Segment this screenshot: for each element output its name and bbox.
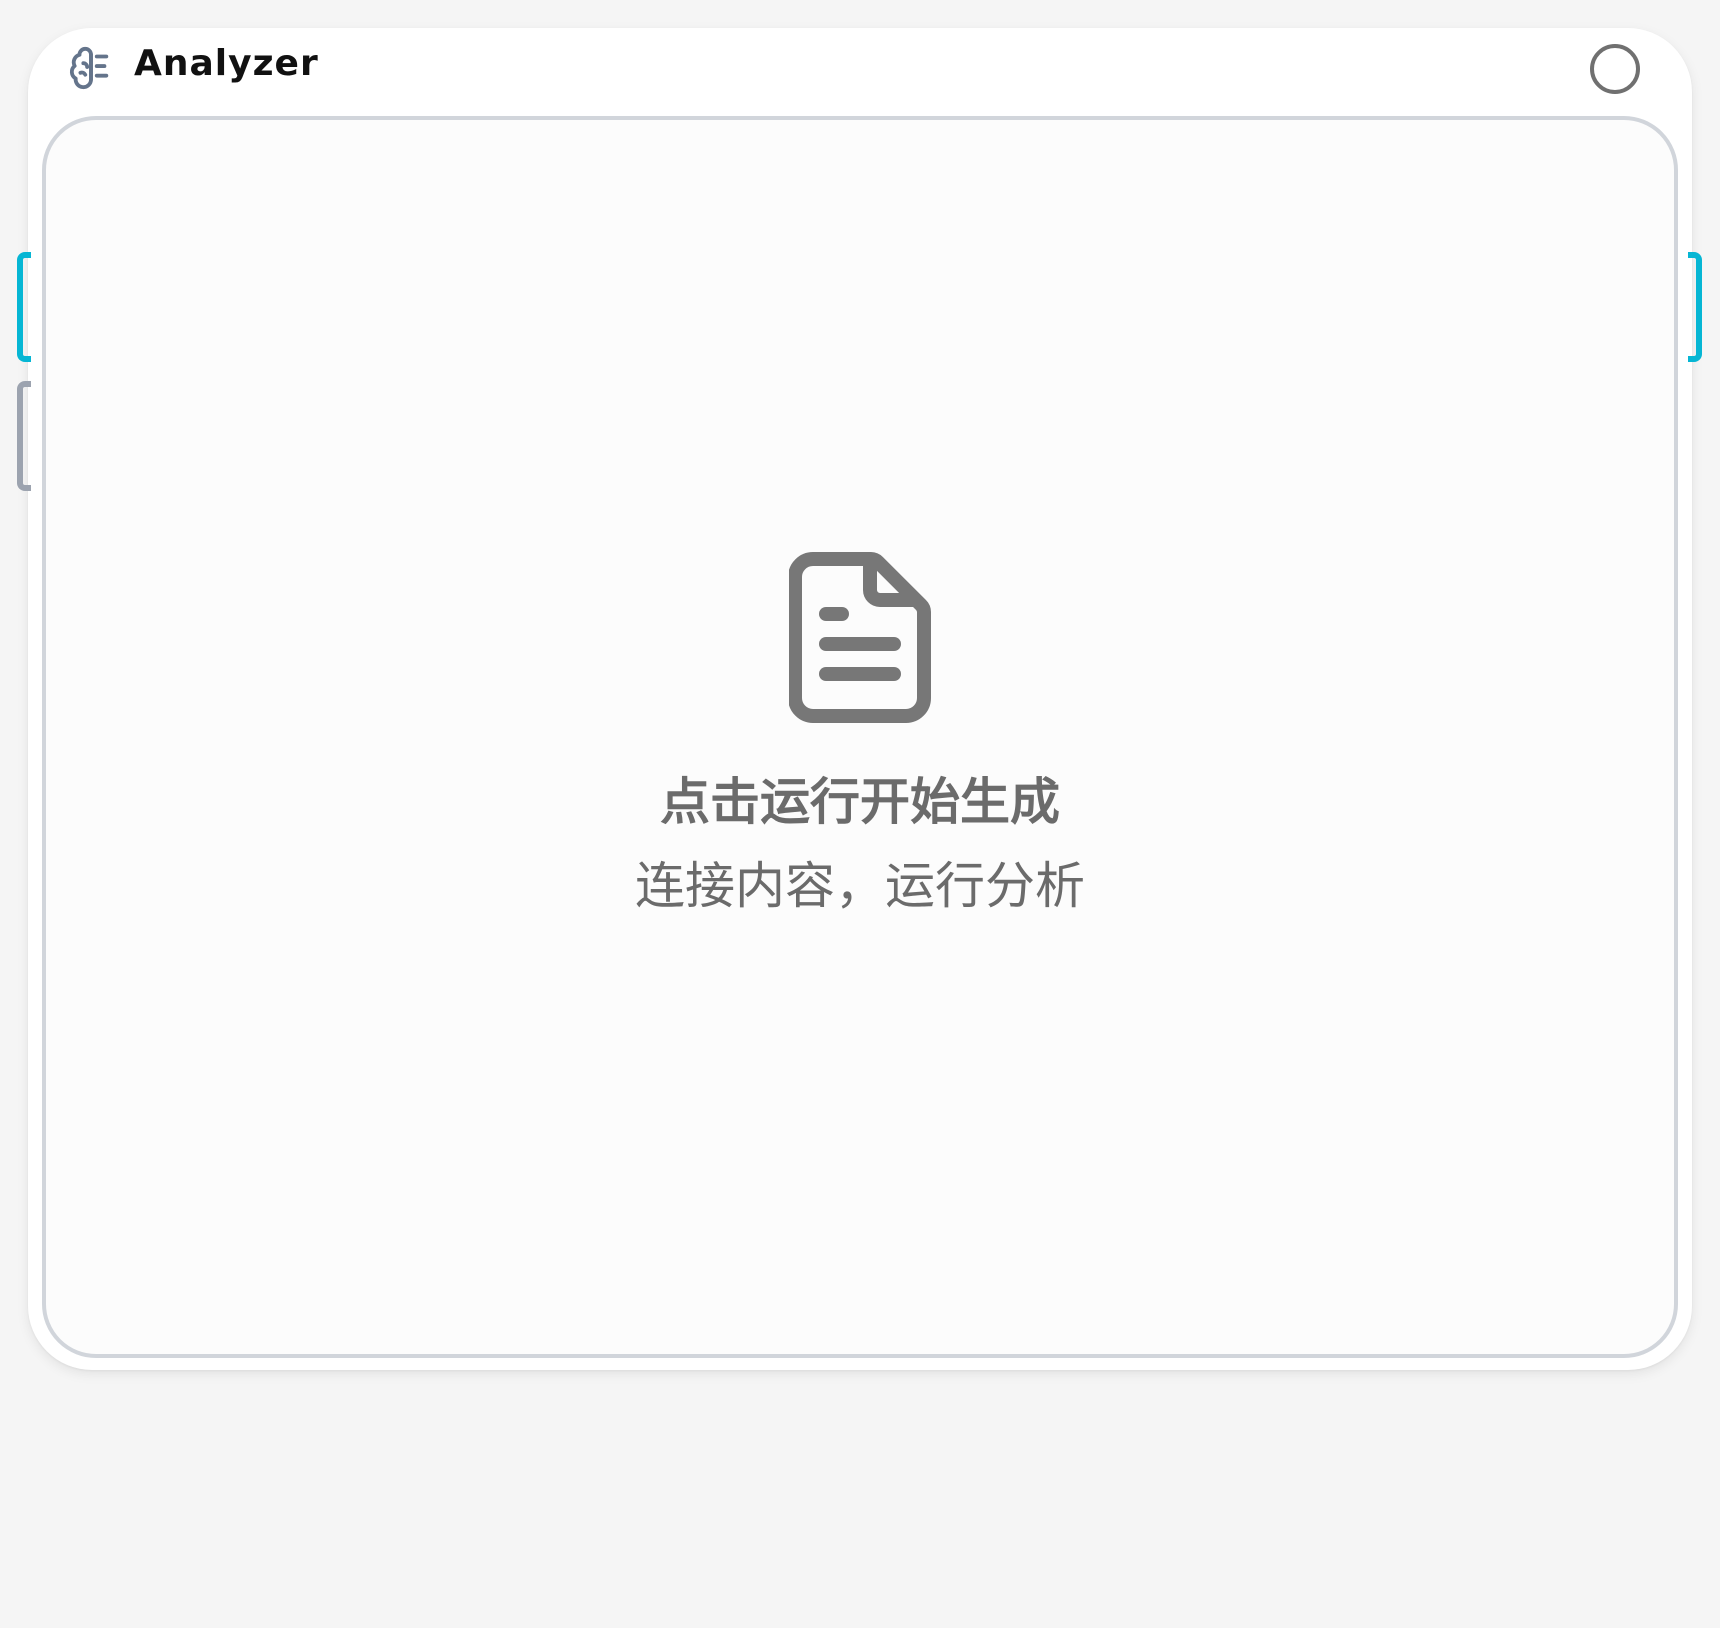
analyzer-node[interactable]: Analyzer 点击运行开始生成 连接内容，运行分析 — [28, 28, 1692, 1370]
input-handle-content[interactable] — [17, 252, 31, 362]
status-ring-icon[interactable] — [1590, 44, 1640, 94]
node-title: Analyzer — [134, 43, 319, 84]
node-header[interactable]: Analyzer — [28, 28, 1692, 114]
input-handle-secondary[interactable] — [17, 381, 31, 491]
brain-icon — [69, 46, 109, 90]
document-icon — [789, 552, 931, 723]
output-handle[interactable] — [1688, 252, 1702, 362]
output-panel: 点击运行开始生成 连接内容，运行分析 — [42, 116, 1678, 1358]
empty-state: 点击运行开始生成 连接内容，运行分析 — [46, 552, 1674, 916]
empty-state-title: 点击运行开始生成 — [660, 773, 1060, 831]
empty-state-subtitle: 连接内容，运行分析 — [635, 857, 1085, 915]
